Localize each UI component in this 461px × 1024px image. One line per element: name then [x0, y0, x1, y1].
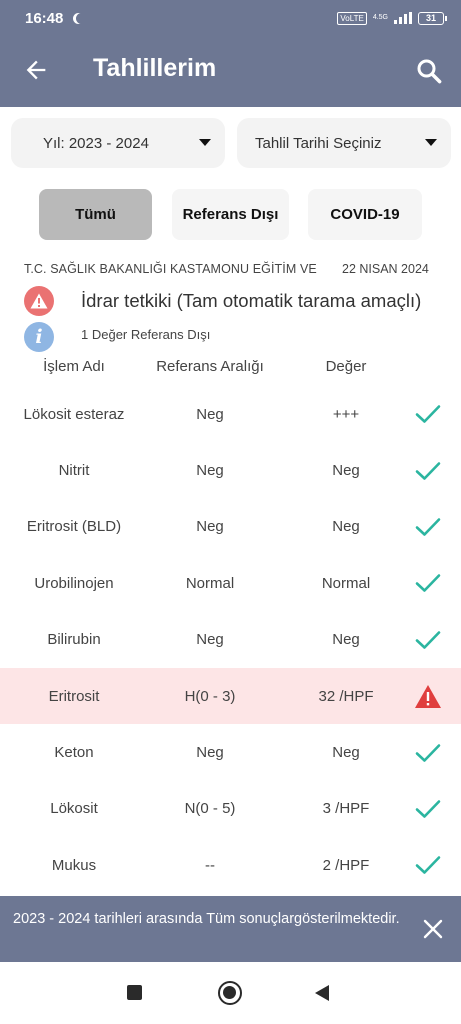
caret-down-icon — [425, 139, 437, 146]
result-value: Neg — [332, 744, 360, 762]
result-value: 2 /HPF — [322, 856, 370, 874]
reference-range: Neg — [196, 462, 224, 480]
result-value: Neg — [332, 631, 360, 649]
check-icon — [408, 442, 448, 498]
home-button[interactable] — [218, 981, 242, 1005]
check-icon — [408, 386, 448, 442]
year-dropdown-value: Yıl: 2023 - 2024 — [43, 134, 149, 152]
table-row[interactable]: Nitrit Neg Neg — [0, 442, 461, 498]
test-item-name: Bilirubin — [47, 631, 101, 649]
do-not-disturb-icon — [76, 13, 87, 24]
test-date-dropdown[interactable]: Tahlil Tarihi Seçiniz — [237, 118, 451, 168]
result-value: Neg — [332, 518, 360, 536]
battery-icon: 31 — [418, 11, 447, 25]
reference-range: N(0 - 5) — [184, 800, 236, 818]
table-row[interactable]: Mukus -- 2 /HPF — [0, 837, 461, 893]
close-icon[interactable] — [422, 918, 444, 940]
result-value: Normal — [321, 574, 371, 592]
snackbar-message: 2023 - 2024 tarihleri arasında Tüm sonuç… — [13, 911, 400, 927]
table-row[interactable]: Eritrosit H(0 - 3) 32 /HPF — [0, 667, 461, 725]
result-value: 3 /HPF — [322, 800, 370, 818]
column-header-range: Referans Aralığı — [156, 358, 264, 375]
app-bar: Tahlillerim — [0, 36, 461, 107]
signal-icon — [394, 12, 412, 24]
reference-range: -- — [205, 856, 215, 874]
info-icon-glyph: i — [35, 326, 43, 348]
result-value: 32 /HPF — [318, 687, 374, 705]
test-item-name: Mukus — [51, 856, 97, 874]
check-icon — [408, 837, 448, 893]
filter-out-of-range-button[interactable]: Referans Dışı — [172, 189, 289, 240]
test-item-name: Urobilinojen — [34, 574, 114, 592]
test-item-name: Nitrit — [58, 462, 90, 480]
reference-range: Neg — [196, 518, 224, 536]
status-bar: 16:48 VoLTE 4.5G 31 — [0, 0, 461, 36]
check-icon — [408, 781, 448, 837]
warning-icon — [24, 286, 54, 316]
check-icon — [408, 555, 448, 611]
page-title: Tahlillerim — [93, 54, 217, 82]
test-item-name: Lökosit — [50, 800, 98, 818]
test-item-name: Eritrosit (BLD) — [26, 518, 122, 536]
year-dropdown[interactable]: Yıl: 2023 - 2024 — [11, 118, 225, 168]
battery-level: 31 — [418, 11, 444, 25]
system-back-button[interactable] — [315, 985, 329, 1001]
column-header-value: Değer — [325, 358, 367, 375]
out-of-range-summary: 1 Değer Referans Dışı — [81, 327, 211, 342]
table-row[interactable]: Lökosit esteraz Neg +++ — [0, 386, 461, 442]
report-date: 22 NISAN 2024 — [342, 262, 429, 276]
lab-name: T.C. SAĞLIK BAKANLIĞI KASTAMONU EĞİTİM V… — [24, 262, 317, 276]
results-table: Lökosit esteraz Neg +++ Nitrit Neg Neg E… — [0, 386, 461, 894]
reference-range: Neg — [196, 744, 224, 762]
warning-icon — [408, 668, 448, 724]
status-indicators: VoLTE 4.5G 31 — [337, 11, 447, 25]
info-icon: i — [24, 322, 54, 352]
volte-indicator: VoLTE — [337, 11, 367, 25]
test-item-name: Eritrosit — [48, 687, 100, 705]
table-row[interactable]: Lökosit N(0 - 5) 3 /HPF — [0, 781, 461, 837]
search-icon[interactable] — [414, 56, 444, 86]
check-icon — [408, 724, 448, 780]
table-row[interactable]: Urobilinojen Normal Normal — [0, 555, 461, 611]
test-item-name: Keton — [54, 744, 94, 762]
reference-range: Normal — [185, 574, 235, 592]
reference-range: H(0 - 3) — [184, 687, 236, 705]
status-time: 16:48 — [25, 9, 64, 27]
filter-covid-button[interactable]: COVID-19 — [308, 189, 422, 240]
arrow-left-icon[interactable] — [22, 56, 50, 84]
network-type: 4.5G — [372, 14, 388, 21]
table-row[interactable]: Keton Neg Neg — [0, 724, 461, 780]
test-item-name: Lökosit esteraz — [23, 405, 125, 423]
check-icon — [408, 612, 448, 668]
test-date-dropdown-value: Tahlil Tarihi Seçiniz — [255, 134, 382, 152]
reference-range: Neg — [196, 631, 224, 649]
check-icon — [408, 499, 448, 555]
caret-down-icon — [199, 139, 211, 146]
column-header-name: İşlem Adı — [43, 358, 105, 375]
reference-range: Neg — [196, 405, 224, 423]
table-row[interactable]: Bilirubin Neg Neg — [0, 612, 461, 668]
test-name: İdrar tetkiki (Tam otomatik tarama amaçl… — [81, 290, 422, 311]
info-snackbar: 2023 - 2024 tarihleri arasında Tüm sonuç… — [0, 896, 461, 962]
table-row[interactable]: Eritrosit (BLD) Neg Neg — [0, 499, 461, 555]
result-value: +++ — [332, 405, 360, 423]
filter-all-button[interactable]: Tümü — [39, 189, 152, 240]
recents-button[interactable] — [127, 985, 142, 1000]
result-value: Neg — [332, 462, 360, 480]
